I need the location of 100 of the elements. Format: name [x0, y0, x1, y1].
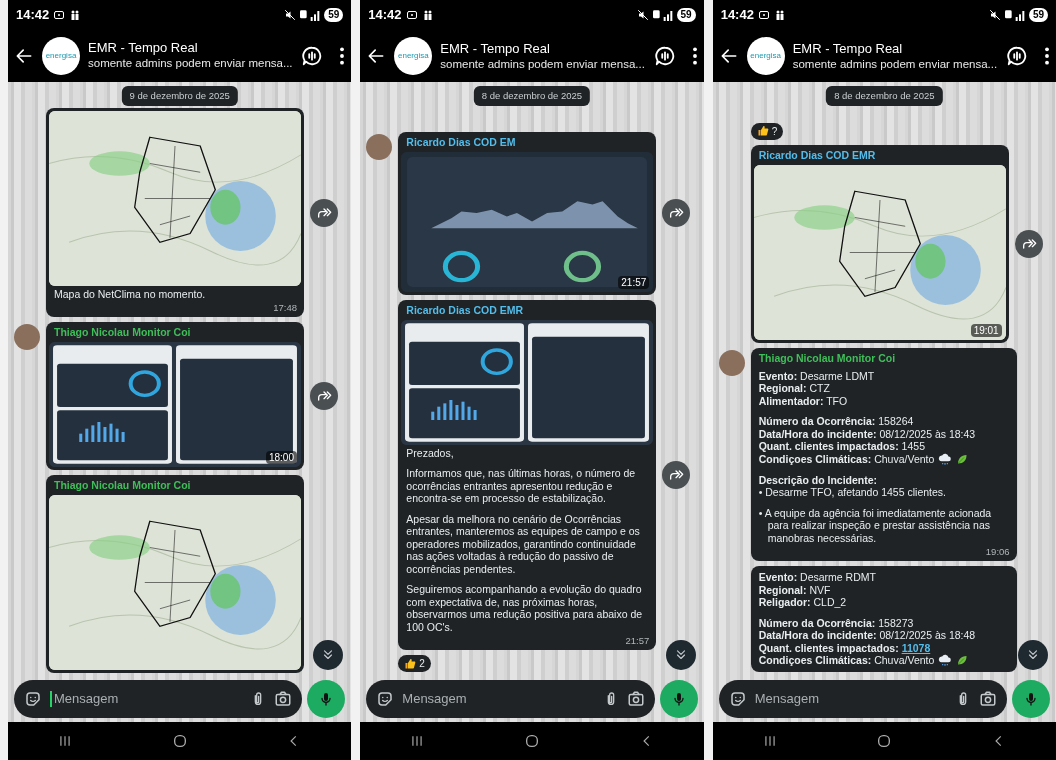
group-logo[interactable]: energisa — [746, 37, 785, 75]
avatar[interactable] — [14, 324, 40, 351]
message-line: Data/Hora do incidente: 08/12/2025 às 18:43 — [758, 427, 976, 440]
more-options-button[interactable] — [1044, 46, 1050, 66]
camera-icon[interactable] — [274, 690, 293, 708]
scroll-down-button[interactable] — [1018, 640, 1048, 670]
home-icon[interactable] — [523, 733, 540, 749]
microphone-button[interactable] — [1012, 680, 1050, 718]
message-line: Informamos que, nas últimas horas, o número de ocorrências entrantes apresentou redução e encontra-se em processo de estabilização. — [406, 467, 637, 505]
date-chip: 8 de dezembro de 2025 — [473, 86, 591, 107]
message-line: Evento: Desarme RDMT — [758, 571, 876, 584]
message-line: Condiçoes Climáticas: Chuva/Vento — [758, 654, 935, 667]
forward-button[interactable] — [662, 460, 691, 489]
signal-icon — [300, 8, 321, 21]
group-logo[interactable]: energisa — [42, 36, 80, 75]
recent-apps-icon[interactable] — [57, 734, 72, 748]
reaction-count: 2 — [419, 657, 425, 671]
more-options-button[interactable] — [339, 45, 346, 66]
voice-chat-button[interactable] — [301, 44, 324, 67]
scroll-down-button[interactable] — [665, 640, 696, 670]
voice-chat-icon — [301, 44, 324, 67]
image-caption: Mapa do NetClima no momento. — [54, 287, 207, 301]
mute-icon — [636, 9, 649, 21]
message-time: 19:06 — [985, 546, 1010, 557]
clock-time: 14:42 — [16, 6, 50, 25]
date-chip: 9 de dezembro de 2025 — [121, 85, 238, 107]
more-vertical-icon — [1044, 46, 1050, 66]
message-line: Religador: CLD_2 — [758, 596, 847, 609]
sticker-icon — [376, 690, 395, 708]
forward-button[interactable] — [1014, 229, 1043, 258]
sticker-icon — [728, 690, 747, 708]
battery-indicator: 59 — [676, 8, 696, 22]
chat-subtitle: somente admins podem enviar mensa... — [440, 56, 646, 72]
message-time: 18:00 — [265, 451, 297, 465]
chat-title[interactable]: EMR - Tempo Real — [792, 40, 998, 57]
message-line: Data/Hora do incidente: 08/12/2025 às 18:48 — [758, 629, 976, 642]
reaction-chip[interactable]: ? — [750, 122, 784, 140]
message-time: 21:57 — [618, 275, 650, 289]
battery-indicator: 59 — [324, 7, 344, 22]
forward-button[interactable] — [662, 199, 691, 227]
recent-apps-icon[interactable] — [410, 734, 425, 748]
message-line: • Desarme TFO, afetando 1455 clientes. — [758, 486, 946, 499]
message-line: Alimentador: TFO — [758, 394, 848, 407]
more-vertical-icon — [691, 46, 698, 66]
message-line: Seguiremos acompanhando a evolução do quadro com expectativa de, nas próximas horas, observarmos uma redução positiva para abaixo de 100 OC's. — [406, 583, 644, 633]
avatar[interactable] — [718, 349, 745, 376]
chat-title[interactable]: EMR - Tempo Real — [440, 40, 646, 57]
message-line: Regional: NVF — [758, 583, 831, 596]
camera-icon[interactable] — [626, 690, 645, 708]
message-line: Apesar da melhora no cenário de Ocorrências entrantes, manteremos as equipes de campo e os operadores mobilizados, garantindo continuidade nas ações voltadas à redução do passivo de ocorrências pendentes. — [406, 512, 641, 575]
sticker-icon — [24, 690, 42, 708]
sender-name[interactable]: Thiago Nicolau Monitor Coi — [49, 478, 301, 496]
message-input-field[interactable]: Mensagem — [366, 680, 655, 718]
message-line: • A equipe da agência foi imediatamente acionada para realizar inspeção e prestar assistência nas manobras necessárias. — [758, 506, 993, 544]
message-time: 19:01 — [970, 323, 1002, 337]
dashboard-image[interactable] — [49, 342, 301, 468]
signal-icon — [652, 9, 673, 21]
sender-name[interactable]: Ricardo Dias COD EMR — [401, 302, 654, 320]
forward-button[interactable] — [310, 198, 338, 227]
clock-time: 14:42 — [720, 6, 754, 25]
message-line: Quant. clientes impactados: 1455 — [758, 440, 925, 453]
forward-button[interactable] — [310, 382, 338, 411]
group-logo[interactable]: energisa — [394, 37, 433, 75]
reaction-chip[interactable]: 2 — [398, 655, 431, 672]
home-icon[interactable] — [171, 733, 188, 749]
avatar[interactable] — [366, 133, 393, 160]
screenshot-icon — [405, 9, 418, 21]
message-input-field[interactable]: Mensagem — [718, 680, 1007, 718]
microphone-button[interactable] — [659, 680, 698, 718]
mute-icon — [284, 8, 297, 21]
message-input-field[interactable]: Mensagem — [14, 680, 303, 718]
sender-name[interactable]: Thiago Nicolau Monitor Coi — [49, 325, 301, 343]
chat-title[interactable]: EMR - Tempo Real — [88, 40, 294, 57]
microphone-button[interactable] — [307, 680, 346, 718]
people-icon — [69, 8, 82, 21]
sender-name[interactable]: Ricardo Dias COD EMR — [753, 147, 1006, 165]
battery-indicator: 59 — [1028, 8, 1048, 22]
screenshot-icon — [53, 8, 66, 21]
voice-chat-button[interactable] — [653, 45, 676, 67]
dashboard-image[interactable] — [401, 319, 654, 445]
number-link[interactable]: 11078 — [901, 641, 931, 654]
leaf-icon — [956, 654, 969, 667]
reaction-count: ? — [771, 124, 778, 139]
recent-apps-icon[interactable] — [762, 734, 777, 748]
message-time: 21:57 — [625, 635, 650, 646]
forward-icon — [668, 205, 685, 221]
scroll-down-button[interactable] — [313, 640, 344, 670]
home-icon[interactable] — [876, 733, 893, 749]
message-line: Número da Ocorrência: 158264 — [758, 415, 914, 428]
voice-chat-button[interactable] — [1006, 45, 1028, 67]
sender-name[interactable]: Ricardo Dias COD EM — [401, 134, 654, 152]
chat-subtitle: somente admins podem enviar mensa... — [792, 56, 998, 72]
more-vertical-icon — [339, 45, 346, 66]
message-line: Número da Ocorrência: 158273 — [758, 616, 914, 629]
camera-icon[interactable] — [979, 690, 997, 708]
sender-name[interactable]: Thiago Nicolau Monitor Coi — [753, 350, 1014, 368]
more-options-button[interactable] — [691, 46, 698, 66]
message-line: Regional: CTZ — [758, 382, 830, 395]
leaf-icon — [956, 452, 969, 466]
message-line: Descrição do Incidente: — [758, 473, 878, 486]
